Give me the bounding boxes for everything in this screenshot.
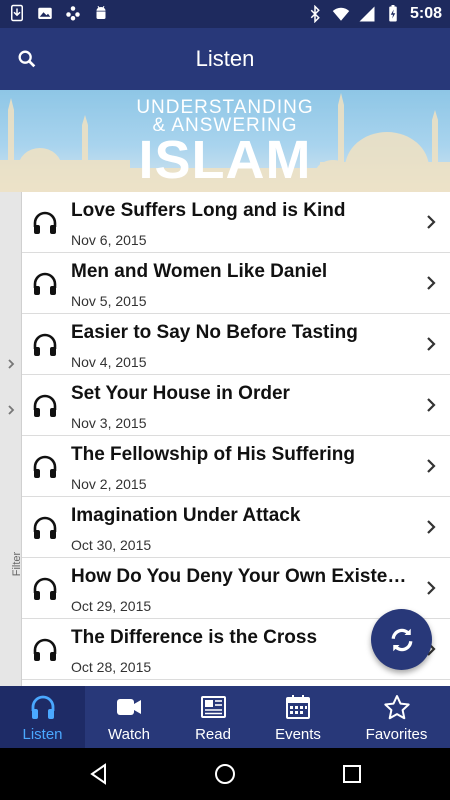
- calendar-icon: [286, 695, 310, 719]
- episode-title: Love Suffers Long and is Kind: [71, 200, 346, 221]
- tab-label: Watch: [108, 726, 150, 743]
- tab-watch[interactable]: Watch: [85, 686, 173, 748]
- episode-title: Men and Women Like Daniel: [71, 261, 328, 282]
- battery-icon: [389, 5, 397, 22]
- episode-date: Nov 2, 2015: [71, 476, 147, 492]
- star-icon: [383, 695, 410, 720]
- list-item[interactable]: The Fellowship of His Suffering Nov 2, 2…: [22, 436, 450, 497]
- list-item[interactable]: How Do You Deny Your Own Existen… Oct 29…: [22, 558, 450, 619]
- episode-date: Nov 4, 2015: [71, 354, 147, 370]
- headphones-icon: [33, 333, 57, 356]
- cellular-icon: [359, 6, 375, 22]
- episode-date: Oct 30, 2015: [71, 537, 152, 553]
- bottom-tab-bar: Listen Watch Read Events Favorites: [0, 686, 450, 748]
- gamepad-icon: [66, 6, 80, 21]
- refresh-icon: [391, 628, 412, 651]
- episode-title: How Do You Deny Your Own Existen…: [71, 566, 411, 587]
- system-navigation-bar: [0, 748, 450, 800]
- chevron-right-icon: [8, 359, 15, 369]
- photo-icon: [38, 7, 52, 19]
- home-icon[interactable]: [213, 762, 237, 786]
- notification-icons: [8, 4, 110, 22]
- app-bar: Listen: [0, 28, 450, 90]
- banner-line-3: ISLAM: [138, 130, 312, 190]
- tab-label: Events: [275, 726, 321, 743]
- program-banner[interactable]: UNDERSTANDING & ANSWERING ISLAM: [0, 90, 450, 192]
- episode-title: The Difference is the Cross: [71, 627, 318, 648]
- chevron-right-icon: [427, 337, 436, 351]
- chevron-right-icon: [427, 520, 436, 534]
- page-title: Listen: [195, 46, 255, 71]
- tab-label: Read: [195, 726, 231, 743]
- system-icons: 5:08: [306, 4, 442, 24]
- episode-title: The Fellowship of His Suffering: [71, 444, 355, 465]
- episode-title: Easier to Say No Before Tasting: [71, 322, 358, 343]
- headphones-icon: [33, 638, 57, 661]
- headphones-icon: [33, 394, 57, 417]
- download-icon: [11, 4, 23, 22]
- status-time: 5:08: [409, 5, 442, 22]
- headphones-icon: [31, 695, 54, 719]
- headphones-icon: [33, 577, 57, 600]
- headphones-icon: [33, 455, 57, 478]
- list-item[interactable]: Love Suffers Long and is Kind Nov 6, 201…: [22, 192, 450, 253]
- episode-date: Oct 28, 2015: [71, 659, 152, 675]
- tab-favorites[interactable]: Favorites: [343, 686, 450, 748]
- chevron-right-icon: [427, 215, 436, 229]
- newspaper-icon: [201, 696, 226, 718]
- bluetooth-icon: [310, 5, 320, 23]
- chevron-right-icon: [8, 405, 15, 415]
- episode-date: Nov 3, 2015: [71, 415, 147, 431]
- refresh-button[interactable]: [371, 609, 432, 670]
- filter-drawer-handle[interactable]: Filter: [0, 192, 23, 686]
- headphones-icon: [33, 272, 57, 295]
- back-icon[interactable]: [87, 762, 111, 786]
- tab-listen[interactable]: Listen: [0, 686, 85, 748]
- list-item[interactable]: Men and Women Like Daniel Nov 5, 2015: [22, 253, 450, 314]
- episode-title: Imagination Under Attack: [71, 505, 301, 526]
- chevron-right-icon: [427, 398, 436, 412]
- recent-apps-icon[interactable]: [340, 762, 364, 786]
- chevron-right-icon: [427, 459, 436, 473]
- headphones-icon: [33, 211, 57, 234]
- tab-label: Listen: [22, 726, 63, 743]
- chevron-right-icon: [427, 581, 436, 595]
- tab-events[interactable]: Events: [253, 686, 343, 748]
- episode-date: Oct 29, 2015: [71, 598, 152, 614]
- video-camera-icon: [117, 699, 141, 715]
- list-item[interactable]: Set Your House in Order Nov 3, 2015: [22, 375, 450, 436]
- tab-read[interactable]: Read: [173, 686, 253, 748]
- headphones-icon: [33, 516, 57, 539]
- list-item[interactable]: Imagination Under Attack Oct 30, 2015: [22, 497, 450, 558]
- chevron-right-icon: [427, 276, 436, 290]
- episode-date: Nov 6, 2015: [71, 232, 147, 248]
- episode-date: Nov 5, 2015: [71, 293, 147, 309]
- wifi-icon: [332, 7, 350, 21]
- episode-title: Set Your House in Order: [71, 383, 290, 404]
- list-item[interactable]: Easier to Say No Before Tasting Nov 4, 2…: [22, 314, 450, 375]
- android-icon: [96, 5, 106, 19]
- tab-label: Favorites: [365, 726, 428, 743]
- status-bar: 5:08: [0, 0, 450, 28]
